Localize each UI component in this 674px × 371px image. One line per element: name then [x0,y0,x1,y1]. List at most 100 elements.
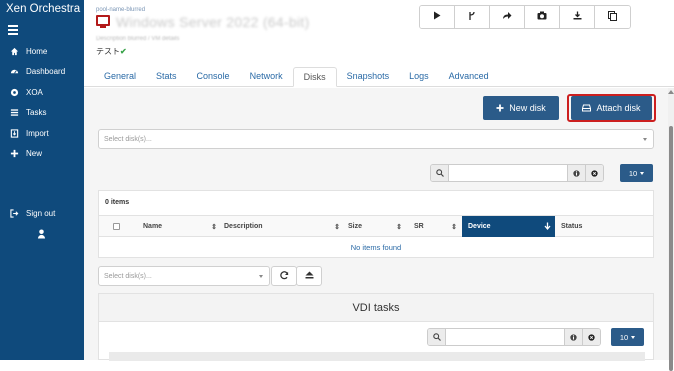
sidebar-item-tasks[interactable]: Tasks [0,103,84,124]
vdi-search [427,328,601,346]
vm-tabs: General Stats Console Network Disks Snap… [84,67,674,87]
tab-logs[interactable]: Logs [399,67,439,87]
vm-header: pool-name-blurred Windows Server 2022 (6… [84,0,674,62]
sidebar-item-import[interactable]: Import [0,123,84,144]
info-icon[interactable] [567,165,585,181]
search-icon [431,165,449,181]
column-sr[interactable]: SR ⇕ [414,216,461,237]
vm-description[interactable]: Description blurred / VM details [96,36,179,42]
tab-disks[interactable]: Disks [292,67,337,87]
sign-out-label: Sign out [26,208,56,218]
column-status[interactable]: Status [561,216,641,237]
clear-search-icon[interactable] [582,329,600,345]
refresh-button[interactable] [271,266,297,286]
eject-button[interactable] [296,266,322,286]
info-icon[interactable] [564,329,582,345]
sidebar-item-label: Dashboard [26,67,66,77]
import-icon [8,129,20,138]
vdi-tasks-title: VDI tasks [99,294,653,322]
sidebar-item-label: Import [26,128,49,138]
sort-down-icon [544,222,551,232]
play-icon [433,11,441,23]
vm-tag[interactable]: テスト✔ [96,46,127,57]
tab-advanced[interactable]: Advanced [439,67,499,87]
chevron-down-icon [643,138,647,141]
column-description[interactable]: Description ⇕ [224,216,344,237]
tab-network[interactable]: Network [240,67,293,87]
sort-icon: ⇕ [396,223,402,231]
disks-search [430,164,604,182]
dashboard-icon [8,67,20,76]
tab-stats[interactable]: Stats [146,67,187,87]
sort-icon: ⇕ [211,223,217,231]
vm-pool-link[interactable]: pool-name-blurred [96,7,145,13]
clear-search-icon[interactable] [585,165,603,181]
new-disk-button[interactable]: New disk [483,96,559,120]
user-icon[interactable] [37,226,46,244]
tasks-icon [8,108,20,117]
scrollbar-thumb[interactable] [669,126,673,371]
sidebar: Xen Orchestra Home Dashboard XOA Tasks I… [0,0,84,360]
plus-icon [8,149,20,158]
sort-icon: ⇕ [334,223,340,231]
share-icon [502,11,512,23]
export-button[interactable] [560,6,595,28]
menu-toggle-icon[interactable] [0,25,84,39]
attach-disk-button[interactable]: Attach disk [571,96,652,120]
sidebar-item-xoa[interactable]: XOA [0,82,84,103]
snapshot-button[interactable] [525,6,560,28]
column-sr-label: SR [414,223,424,230]
sidebar-item-new[interactable]: New [0,144,84,165]
sign-out-icon [8,209,20,218]
column-name[interactable]: Name ⇕ [143,216,221,237]
items-count: 0 items [105,199,130,206]
disk-action-select[interactable]: Select disk(s)... [98,266,270,286]
vdi-page-size-select[interactable]: 10 [611,328,644,346]
disks-search-input[interactable] [449,165,567,181]
vdi-search-input[interactable] [446,329,564,345]
fork-icon [468,11,476,24]
disk-select-placeholder: Select disk(s)... [104,135,152,143]
chevron-down-icon [631,335,636,339]
plus-icon [496,104,504,112]
chevron-down-icon [259,275,263,278]
attach-disk-label: Attach disk [596,103,641,113]
column-size[interactable]: Size ⇕ [348,216,406,237]
hdd-icon [582,104,592,112]
page-size-select[interactable]: 10 [620,164,653,182]
camera-icon [537,11,547,23]
tab-console[interactable]: Console [187,67,240,87]
scroll-up-icon[interactable] [668,90,674,94]
column-device[interactable]: Device [462,216,555,237]
vm-monitor-icon [96,15,110,28]
tab-snapshots[interactable]: Snapshots [337,67,400,87]
copy-icon [608,10,617,24]
sign-out-link[interactable]: Sign out [0,203,84,224]
new-disk-label: New disk [509,103,546,113]
chevron-down-icon [640,171,645,175]
tab-general[interactable]: General [94,67,146,87]
disk-select[interactable]: Select disk(s)... [98,129,654,149]
start-button[interactable] [420,6,455,28]
download-icon [573,11,582,23]
check-icon: ✔ [120,47,127,56]
attach-disk-highlight: Attach disk [567,94,656,122]
vdi-page-size-value: 10 [619,332,629,342]
disk-action-select-placeholder: Select disk(s)... [104,272,152,280]
sidebar-item-dashboard[interactable]: Dashboard [0,62,84,83]
app-brand[interactable]: Xen Orchestra [0,3,84,21]
copy-button[interactable] [595,6,630,28]
sidebar-item-label: New [26,149,43,159]
column-status-label: Status [561,223,583,230]
select-all-checkbox[interactable] [113,223,120,230]
page-size-value: 10 [628,168,638,178]
sort-icon: ⇕ [451,223,457,231]
empty-table-message: No items found [350,243,402,252]
select-all-cell [113,216,133,237]
vm-title[interactable]: Windows Server 2022 (64-bit) [116,14,310,30]
refresh-icon [279,270,289,282]
migrate-button[interactable] [490,6,525,28]
fork-button[interactable] [455,6,490,28]
sidebar-item-home[interactable]: Home [0,41,84,62]
page-scrollbar[interactable] [668,88,674,371]
